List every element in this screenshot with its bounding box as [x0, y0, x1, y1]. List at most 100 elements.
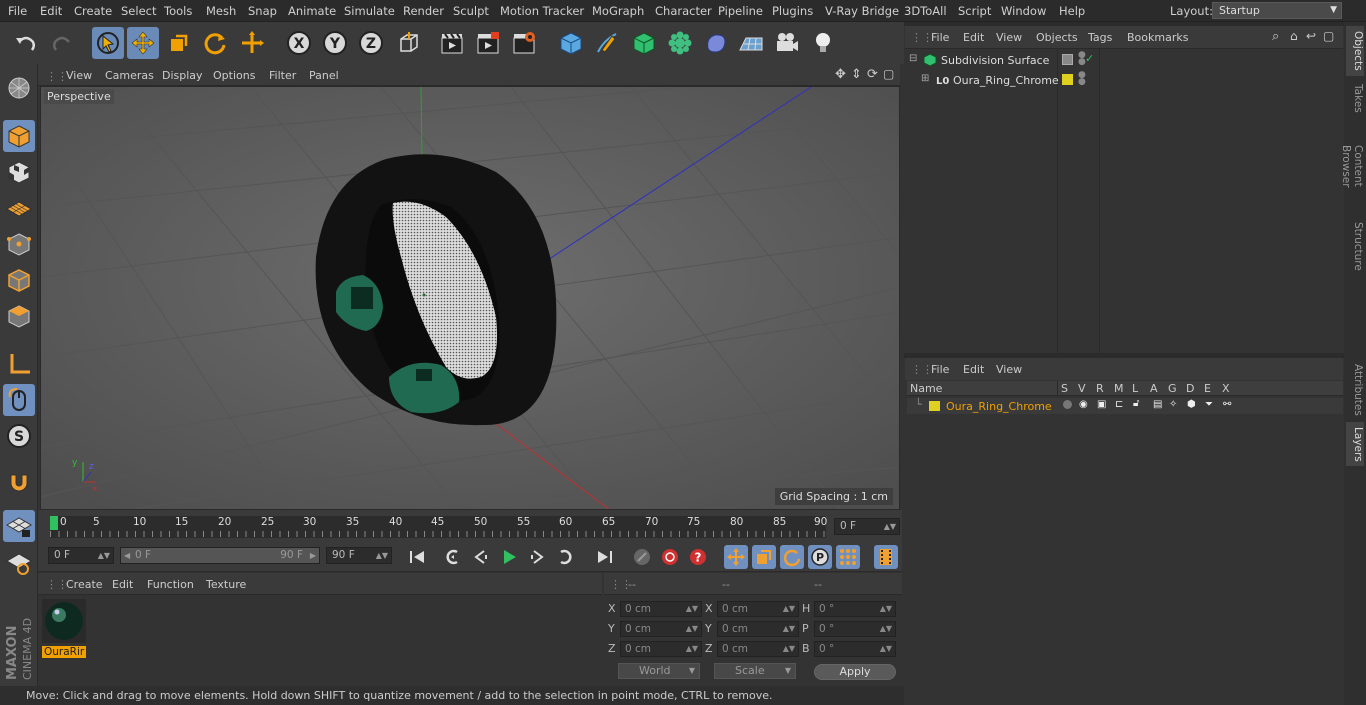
menu-3dtoall[interactable]: 3DToAll	[904, 4, 947, 18]
workplane-rotate-button[interactable]	[3, 546, 35, 578]
menu-simulate[interactable]: Simulate	[344, 4, 395, 18]
new-window-icon[interactable]: ▢	[1323, 29, 1334, 43]
polygons-mode-button[interactable]	[3, 300, 35, 332]
menu-vray-bridge[interactable]: V-Ray Bridge	[825, 4, 899, 18]
object-menu-edit[interactable]: Edit	[963, 31, 984, 44]
expression-icon[interactable]: ⏷	[1205, 399, 1213, 410]
object-menu-file[interactable]: File	[931, 31, 949, 44]
layer-col-name[interactable]: Name	[910, 382, 942, 395]
layer-col-expressions[interactable]: E	[1204, 382, 1211, 395]
redo-button[interactable]	[46, 27, 78, 59]
layer-col-xref[interactable]: X	[1222, 382, 1230, 395]
material-swatch[interactable]: OuraRir	[42, 599, 86, 658]
add-scene-button[interactable]	[735, 27, 767, 59]
lock-icon[interactable]: 🔓︎	[1133, 398, 1139, 409]
menu-create[interactable]: Create	[74, 4, 112, 18]
material-menu-create[interactable]: Create	[66, 578, 103, 591]
viewport-menu-options[interactable]: Options	[213, 69, 255, 82]
x-axis-button[interactable]: X	[283, 27, 315, 59]
rot-p-field[interactable]: 0 ° ▲▼	[814, 621, 896, 637]
menu-character[interactable]: Character	[655, 4, 712, 18]
solo-button[interactable]: S	[3, 420, 35, 452]
goto-prev-key-button[interactable]	[441, 545, 465, 569]
key-position-button[interactable]	[724, 545, 748, 569]
menu-snap[interactable]: Snap	[248, 4, 277, 18]
key-rotation-button[interactable]	[780, 545, 804, 569]
layer-col-animation[interactable]: A	[1150, 382, 1158, 395]
autokey-button[interactable]: ?	[686, 545, 710, 569]
make-editable-button[interactable]	[3, 72, 35, 104]
tab-takes[interactable]: Takes	[1346, 80, 1364, 116]
enabled-check-icon[interactable]: ✓	[1085, 52, 1094, 65]
viewport-move-icon[interactable]: ✥	[835, 67, 846, 82]
add-cube-button[interactable]	[555, 27, 587, 59]
y-axis-button[interactable]: Y	[319, 27, 351, 59]
key-scale-button[interactable]	[752, 545, 776, 569]
viewport-rotate-icon[interactable]: ⟳	[867, 67, 878, 82]
layer-menu-view[interactable]: View	[996, 363, 1022, 376]
animation-icon[interactable]: ▤	[1153, 399, 1162, 410]
key-parameter-button[interactable]: P	[808, 545, 832, 569]
manager-icon[interactable]: ⊏	[1115, 399, 1123, 410]
home-icon[interactable]: ⌂	[1290, 29, 1298, 43]
goto-start-button[interactable]	[405, 545, 429, 569]
points-mode-button[interactable]	[3, 228, 35, 260]
apply-button[interactable]: Apply	[814, 664, 896, 680]
menu-file[interactable]: File	[8, 4, 27, 18]
tab-objects[interactable]: Objects	[1346, 26, 1364, 76]
tab-content-browser[interactable]: Content Browser	[1340, 120, 1364, 212]
layer-color-swatch[interactable]	[929, 401, 940, 411]
search-icon[interactable]: ⌕	[1272, 29, 1279, 44]
viewport-menu-panel[interactable]: Panel	[309, 69, 339, 82]
tab-layers[interactable]: Layers	[1346, 422, 1364, 466]
object-menu-view[interactable]: View	[996, 31, 1022, 44]
coordinate-system-button[interactable]	[393, 27, 425, 59]
record-keys-button[interactable]	[630, 545, 654, 569]
layer-menu-edit[interactable]: Edit	[963, 363, 984, 376]
eye-icon[interactable]: ◉	[1079, 399, 1088, 410]
viewport-zoom-icon[interactable]: ⇕	[851, 67, 862, 82]
size-y-field[interactable]: 0 cm ▲▼	[717, 621, 799, 637]
model-mode-button[interactable]	[3, 120, 35, 152]
rotate-tool-button[interactable]	[199, 27, 231, 59]
viewport-menu-display[interactable]: Display	[162, 69, 203, 82]
timeline-ruler[interactable]: 0 5 10 15 20 25 30 35 40 45 50 55 60 65 …	[38, 510, 902, 542]
tab-attributes[interactable]: Attributes	[1346, 360, 1364, 420]
render-picture-viewer-button[interactable]	[472, 27, 504, 59]
layer-col-generators[interactable]: G	[1168, 382, 1177, 395]
visibility-dots-icon[interactable]: ● ●	[1078, 71, 1086, 87]
render-settings-button[interactable]	[508, 27, 540, 59]
workplane-mode-button[interactable]	[3, 192, 35, 224]
layer-menu-file[interactable]: File	[931, 363, 949, 376]
scale-tool-button[interactable]	[163, 27, 195, 59]
pos-x-field[interactable]: 0 cm ▲▼	[620, 601, 702, 617]
menu-mograph[interactable]: MoGraph	[592, 4, 644, 18]
menu-plugins[interactable]: Plugins	[772, 4, 813, 18]
menu-sculpt[interactable]: Sculpt	[453, 4, 489, 18]
end-frame-field[interactable]: 90 F ▲▼	[326, 547, 392, 564]
axis-mode-button[interactable]	[3, 348, 35, 380]
add-light-button[interactable]	[807, 27, 839, 59]
layer-swatch-empty[interactable]	[1062, 54, 1073, 65]
menu-motion-tracker[interactable]: Motion Tracker	[500, 4, 584, 18]
timeline-window-button[interactable]	[874, 545, 898, 569]
pos-z-field[interactable]: 0 cm ▲▼	[620, 641, 702, 657]
add-camera-button[interactable]	[771, 27, 803, 59]
layer-row[interactable]: └ Oura_Ring_Chrome ◉ ▣ ⊏ 🔓︎ ▤ ✧ ⬢ ⏷ ⚯	[907, 398, 1343, 414]
layer-col-manager[interactable]: M	[1114, 382, 1124, 395]
menu-window[interactable]: Window	[1001, 4, 1046, 18]
move-tool-button[interactable]	[127, 27, 159, 59]
viewport-menu-view[interactable]: View	[66, 69, 92, 82]
size-z-field[interactable]: 0 cm ▲▼	[717, 641, 799, 657]
layer-col-deformers[interactable]: D	[1186, 382, 1194, 395]
expand-icon[interactable]: ⊞	[921, 73, 929, 84]
key-pla-button[interactable]	[836, 545, 860, 569]
add-mograph-button[interactable]	[664, 27, 696, 59]
object-row[interactable]: ⊟ Subdivision Surface ● ● ✓	[905, 51, 1343, 70]
goto-next-key-button[interactable]	[553, 545, 577, 569]
object-menu-bookmarks[interactable]: Bookmarks	[1127, 31, 1188, 44]
menu-render[interactable]: Render	[403, 4, 444, 18]
layer-col-solo[interactable]: S	[1061, 382, 1068, 395]
render-clapper-icon[interactable]: ▣	[1097, 399, 1106, 410]
menu-mesh[interactable]: Mesh	[206, 4, 236, 18]
